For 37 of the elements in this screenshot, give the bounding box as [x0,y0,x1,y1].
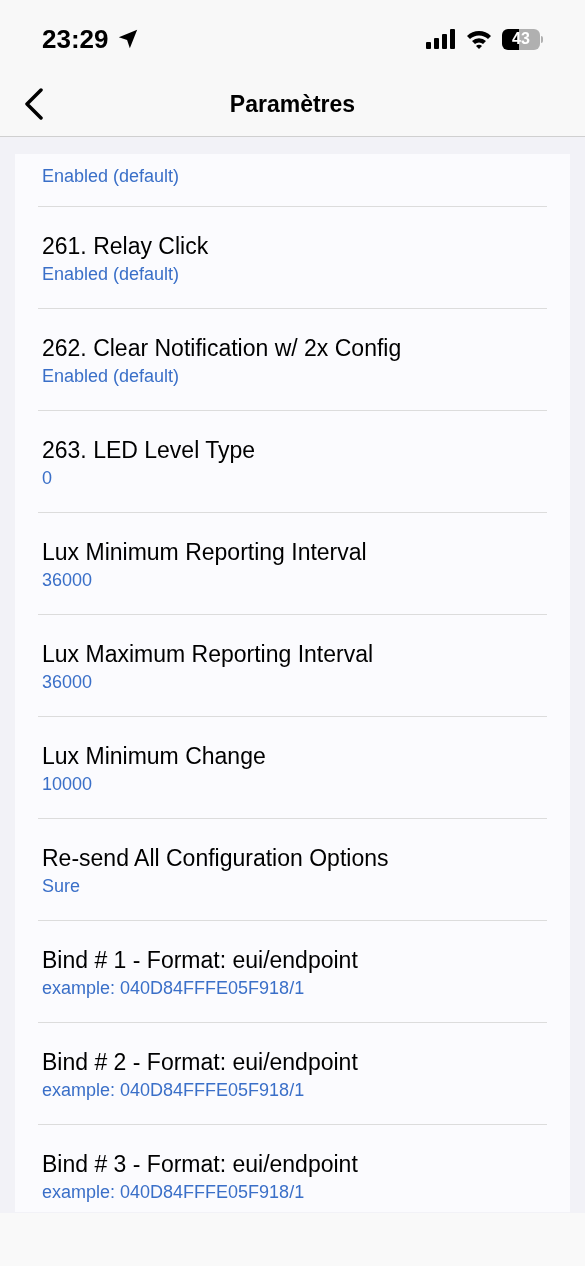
wifi-icon [466,29,492,49]
setting-row[interactable]: 261. Relay Click Enabled (default) [38,207,547,308]
setting-title: Re-send All Configuration Options [42,844,390,873]
setting-row[interactable]: Bind # 3 - Format: eui/endpoint example: 040D84FFFE05F918/1 [38,1125,547,1212]
setting-title: 263. LED Level Type [42,436,257,465]
setting-row[interactable]: Bind # 1 - Format: eui/endpoint example: 040D84FFFE05F918/1 [38,921,547,1022]
setting-value: 0 [42,467,53,490]
setting-title: 261. Relay Click [42,232,210,261]
setting-value: example: 040D84FFFE05F918/1 [42,977,306,1000]
setting-row[interactable]: 262. Clear Notification w/ 2x Config Enabled (default) [38,309,547,410]
setting-row[interactable]: Enabled (default) [38,154,547,206]
setting-value: example: 040D84FFFE05F918/1 [42,1181,306,1204]
setting-value: example: 040D84FFFE05F918/1 [42,1079,306,1102]
setting-value: Enabled (default) [42,263,181,286]
setting-value: 10000 [42,773,94,796]
setting-value: 36000 [42,569,94,592]
setting-title: Bind # 2 - Format: eui/endpoint [42,1048,359,1077]
setting-value: Enabled (default) [42,365,181,388]
setting-row[interactable]: Re-send All Configuration Options Sure [38,819,547,920]
setting-title: Lux Maximum Reporting Interval [42,640,375,669]
setting-value: 36000 [42,671,94,694]
signal-icon [426,29,456,49]
back-chevron-icon [24,88,44,120]
setting-value: Sure [42,875,82,898]
setting-title: 262. Clear Notification w/ 2x Config [42,334,403,363]
setting-row[interactable]: Lux Maximum Reporting Interval 36000 [38,615,547,716]
setting-row[interactable]: 263. LED Level Type 0 [38,411,547,512]
setting-row[interactable]: Lux Minimum Reporting Interval 36000 [38,513,547,614]
setting-title: Bind # 3 - Format: eui/endpoint [42,1150,359,1179]
setting-row[interactable]: Lux Minimum Change 10000 [38,717,547,818]
setting-title: Lux Minimum Reporting Interval [42,538,368,567]
setting-value: Enabled (default) [42,165,181,188]
clock-time: 23:29 [42,22,109,56]
setting-title: Bind # 1 - Format: eui/endpoint [42,946,359,975]
setting-row[interactable]: Bind # 2 - Format: eui/endpoint example: 040D84FFFE05F918/1 [38,1023,547,1124]
setting-title: Lux Minimum Change [42,742,267,771]
nav-title: Paramètres [229,89,356,119]
